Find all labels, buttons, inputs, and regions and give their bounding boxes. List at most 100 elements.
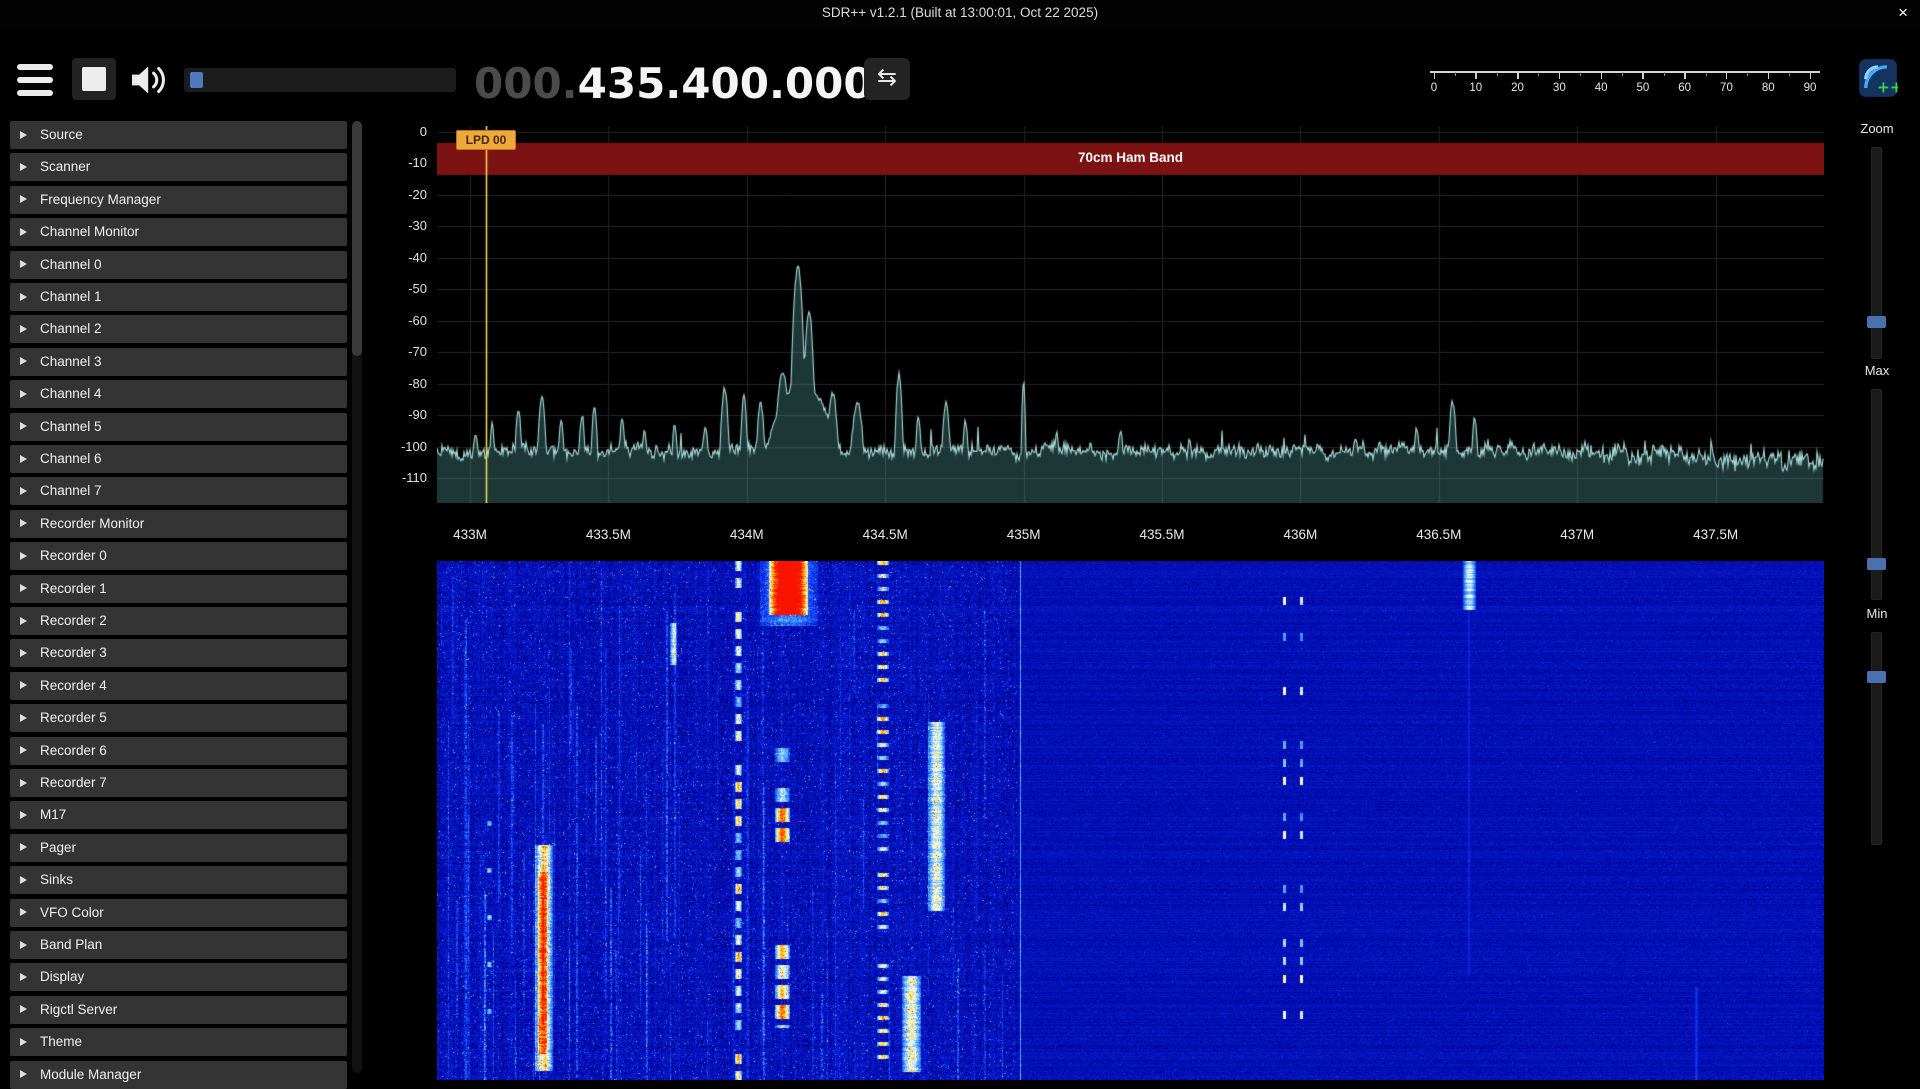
sidebar-item-label: Channel 2	[40, 315, 102, 343]
sidebar-item-recorder-7[interactable]: Recorder 7	[10, 769, 347, 797]
db-axis-label: -80	[355, 376, 427, 391]
sidebar-item-recorder-0[interactable]: Recorder 0	[10, 542, 347, 570]
sidebar-item-label: Rigctl Server	[40, 996, 117, 1024]
sidebar-item-label: Recorder 5	[40, 704, 107, 732]
snr-tick	[1601, 72, 1603, 79]
stop-icon	[82, 67, 106, 91]
tuning-mode-button[interactable]: ⇆	[864, 58, 910, 100]
vfo-label[interactable]: LPD 00	[456, 130, 516, 150]
sidebar-item-sinks[interactable]: Sinks	[10, 866, 347, 894]
min-slider[interactable]	[1871, 632, 1882, 845]
sidebar-item-module-manager[interactable]: Module Manager	[10, 1061, 347, 1089]
sidebar-item-label: Channel 4	[40, 380, 102, 408]
expand-arrow-icon	[20, 293, 27, 301]
expand-arrow-icon	[20, 260, 27, 268]
zoom-slider-handle[interactable]	[1867, 316, 1886, 328]
sidebar-item-label: Pager	[40, 834, 76, 862]
sidebar-item-channel-0[interactable]: Channel 0	[10, 251, 347, 279]
close-button[interactable]: ×	[1898, 2, 1908, 24]
expand-arrow-icon	[20, 876, 27, 884]
fft-spectrum-display[interactable]	[437, 126, 1824, 503]
freq-axis-label: 433M	[425, 527, 515, 542]
freq-axis-label: 436.5M	[1394, 527, 1484, 542]
expand-arrow-icon	[20, 1070, 27, 1078]
volume-slider[interactable]	[184, 68, 456, 92]
sidebar-item-display[interactable]: Display	[10, 963, 347, 991]
expand-arrow-icon	[20, 325, 27, 333]
sidebar-item-channel-6[interactable]: Channel 6	[10, 445, 347, 473]
sidebar-item-channel-monitor[interactable]: Channel Monitor	[10, 218, 347, 246]
sidebar-item-label: Recorder Monitor	[40, 510, 144, 538]
sidebar-item-label: Module Manager	[40, 1061, 141, 1089]
sidebar-item-recorder-3[interactable]: Recorder 3	[10, 639, 347, 667]
mute-toggle-button[interactable]	[128, 62, 172, 98]
freq-axis-label: 437M	[1532, 527, 1622, 542]
sidebar-item-recorder-6[interactable]: Recorder 6	[10, 737, 347, 765]
band-plan-label: 70cm Ham Band	[437, 150, 1824, 165]
snr-meter: 0102030405060708090	[1428, 62, 1824, 100]
freq-axis-label: 436M	[1255, 527, 1345, 542]
sidebar-item-scanner[interactable]: Scanner	[10, 153, 347, 181]
sidebar-item-label: Recorder 0	[40, 542, 107, 570]
snr-tick-label: 20	[1503, 82, 1533, 94]
expand-arrow-icon	[20, 779, 27, 787]
volume-slider-handle[interactable]	[190, 72, 203, 88]
db-axis-label: -90	[355, 407, 427, 422]
sidebar-item-m17[interactable]: M17	[10, 801, 347, 829]
snr-tick	[1434, 72, 1436, 79]
max-slider-handle[interactable]	[1867, 558, 1886, 570]
sidebar-item-label: Channel 5	[40, 413, 102, 441]
menu-button[interactable]	[14, 60, 58, 100]
sidebar-item-channel-3[interactable]: Channel 3	[10, 348, 347, 376]
frequency-dim-digits: 000.	[474, 59, 578, 108]
sidebar-item-label: Scanner	[40, 153, 90, 181]
db-axis-label: -20	[355, 187, 427, 202]
expand-arrow-icon	[20, 357, 27, 365]
expand-arrow-icon	[20, 617, 27, 625]
freq-axis-label: 434M	[702, 527, 792, 542]
db-axis-label: -110	[355, 470, 427, 485]
db-axis-label: 0	[355, 124, 427, 139]
sidebar-item-recorder-5[interactable]: Recorder 5	[10, 704, 347, 732]
sidebar-item-label: Recorder 3	[40, 639, 107, 667]
expand-arrow-icon	[20, 908, 27, 916]
frequency-display[interactable]: 000.435.400.000	[474, 56, 873, 112]
sidebar-item-label: Channel 7	[40, 477, 102, 505]
snr-tick-label: 30	[1544, 82, 1574, 94]
sidebar-item-frequency-manager[interactable]: Frequency Manager	[10, 186, 347, 214]
sidebar-item-label: Recorder 6	[40, 737, 107, 765]
waterfall-display[interactable]	[437, 561, 1824, 1080]
sidebar-item-label: Frequency Manager	[40, 186, 161, 214]
frequency-main-digits: 435.400.000	[578, 59, 873, 108]
stop-button[interactable]	[72, 58, 116, 100]
snr-tick-label: 0	[1419, 82, 1449, 94]
expand-arrow-icon	[20, 973, 27, 981]
sidebar-item-label: Channel Monitor	[40, 218, 139, 246]
min-slider-handle[interactable]	[1867, 671, 1886, 683]
sidebar-item-channel-7[interactable]: Channel 7	[10, 477, 347, 505]
sidebar-item-rigctl-server[interactable]: Rigctl Server	[10, 996, 347, 1024]
sidebar-item-channel-1[interactable]: Channel 1	[10, 283, 347, 311]
expand-arrow-icon	[20, 1038, 27, 1046]
sidebar-item-channel-4[interactable]: Channel 4	[10, 380, 347, 408]
sidebar-item-band-plan[interactable]: Band Plan	[10, 931, 347, 959]
snr-minor-tick	[1664, 72, 1665, 76]
sidebar-item-label: VFO Color	[40, 899, 104, 927]
sidebar-item-channel-2[interactable]: Channel 2	[10, 315, 347, 343]
sidebar-item-label: Channel 0	[40, 251, 102, 279]
sidebar-item-recorder-4[interactable]: Recorder 4	[10, 672, 347, 700]
expand-arrow-icon	[20, 649, 27, 657]
snr-tick	[1642, 72, 1644, 79]
snr-minor-tick	[1622, 72, 1623, 76]
sidebar-item-recorder-1[interactable]: Recorder 1	[10, 575, 347, 603]
sidebar-item-theme[interactable]: Theme	[10, 1028, 347, 1056]
expand-arrow-icon	[20, 1005, 27, 1013]
snr-tick-label: 90	[1795, 82, 1825, 94]
sidebar-item-channel-5[interactable]: Channel 5	[10, 413, 347, 441]
sidebar-item-vfo-color[interactable]: VFO Color	[10, 899, 347, 927]
sidebar-item-source[interactable]: Source	[10, 121, 347, 149]
sidebar-item-recorder-2[interactable]: Recorder 2	[10, 607, 347, 635]
sidebar-item-pager[interactable]: Pager	[10, 834, 347, 862]
snr-minor-tick	[1538, 72, 1539, 76]
sidebar-item-recorder-monitor[interactable]: Recorder Monitor	[10, 510, 347, 538]
